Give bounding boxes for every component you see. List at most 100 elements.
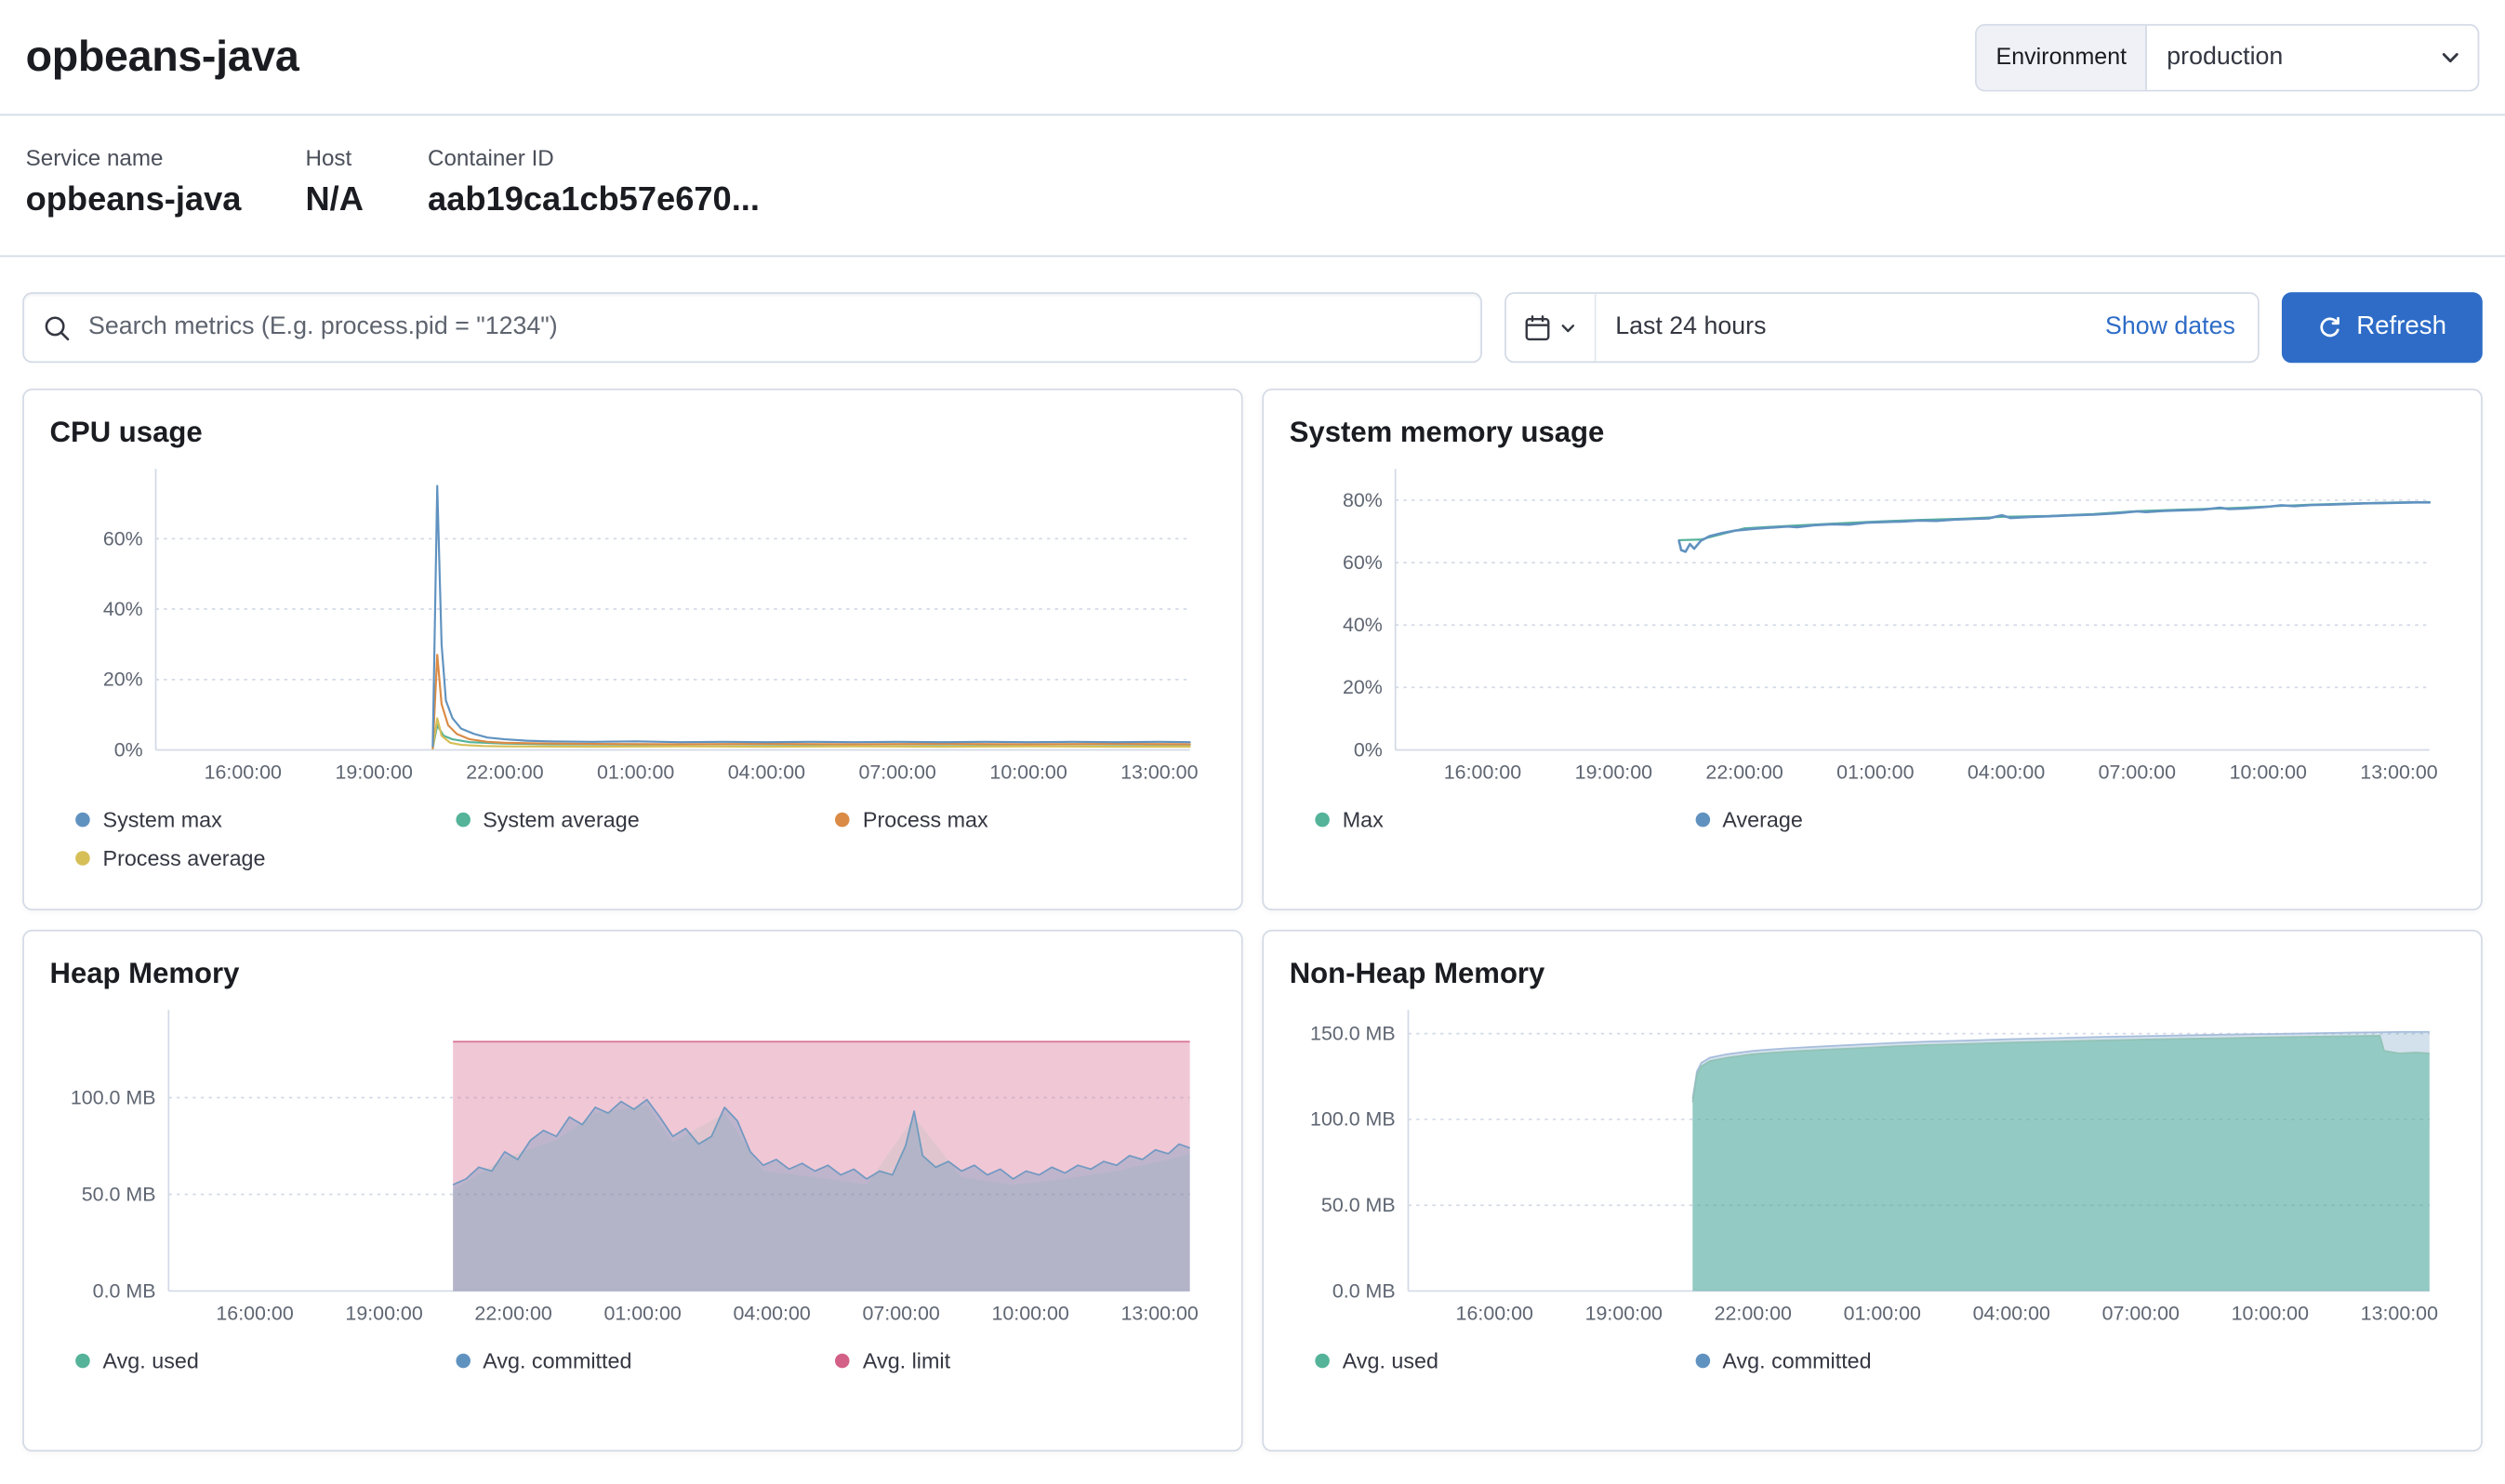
svg-text:150.0 MB: 150.0 MB bbox=[1310, 1023, 1396, 1045]
legend-dot-icon bbox=[1695, 813, 1710, 828]
svg-text:04:00:00: 04:00:00 bbox=[728, 762, 805, 784]
legend-item[interactable]: Avg. limit bbox=[836, 1349, 1216, 1373]
svg-text:10:00:00: 10:00:00 bbox=[2232, 1303, 2309, 1325]
non-heap-memory-chart[interactable]: 0.0 MB 50.0 MB 100.0 MB 150.0 MB 16:00:00 19:… bbox=[1290, 1000, 2456, 1330]
svg-text:04:00:00: 04:00:00 bbox=[733, 1303, 810, 1325]
legend-dot-icon bbox=[75, 1354, 90, 1369]
chart-title: Non-Heap Memory bbox=[1290, 957, 2456, 990]
legend-item[interactable]: Avg. committed bbox=[456, 1349, 836, 1373]
chart-legend: Avg. used Avg. committed Avg. limit bbox=[50, 1349, 1216, 1373]
legend-item[interactable]: Max bbox=[1315, 808, 1695, 832]
host-field: Host N/A bbox=[305, 144, 363, 219]
svg-text:60%: 60% bbox=[103, 527, 143, 550]
legend-item[interactable]: System max bbox=[75, 808, 456, 832]
svg-text:07:00:00: 07:00:00 bbox=[862, 1303, 939, 1325]
chart-title: System memory usage bbox=[1290, 416, 2456, 449]
svg-text:19:00:00: 19:00:00 bbox=[1575, 762, 1652, 784]
legend-dot-icon bbox=[1695, 1354, 1710, 1369]
svg-text:01:00:00: 01:00:00 bbox=[1844, 1303, 1921, 1325]
svg-text:13:00:00: 13:00:00 bbox=[2360, 762, 2437, 784]
svg-text:50.0 MB: 50.0 MB bbox=[82, 1183, 156, 1205]
svg-text:22:00:00: 22:00:00 bbox=[474, 1303, 551, 1325]
svg-text:0%: 0% bbox=[1354, 738, 1383, 761]
heap-memory-chart[interactable]: 0.0 MB 50.0 MB 100.0 MB 16:00:00 19:00:00 22:… bbox=[50, 1000, 1216, 1330]
legend-label: Process average bbox=[103, 846, 266, 870]
chart-panel-system-memory-usage: System memory usage 0% 20% 40% 60% 80% 16:00:… bbox=[1262, 389, 2482, 910]
show-dates-link[interactable]: Show dates bbox=[2083, 313, 2258, 342]
page-title: opbeans-java bbox=[26, 33, 299, 83]
calendar-icon bbox=[1524, 314, 1551, 341]
cpu-usage-chart[interactable]: 0%20%40%60%16:00:0019:00:0022:00:0001:00… bbox=[50, 459, 1216, 788]
environment-value: production bbox=[2148, 43, 2440, 72]
service-name-label: Service name bbox=[26, 144, 242, 170]
chart-panel-non-heap-memory: Non-Heap Memory 0.0 MB 50.0 MB 100.0 MB 150… bbox=[1262, 930, 2482, 1451]
apm-service-metrics-page: opbeans-java Environment production Serv… bbox=[0, 0, 2505, 1484]
svg-text:01:00:00: 01:00:00 bbox=[1836, 762, 1914, 784]
svg-text:19:00:00: 19:00:00 bbox=[1585, 1303, 1663, 1325]
svg-text:13:00:00: 13:00:00 bbox=[2361, 1303, 2438, 1325]
service-name-field: Service name opbeans-java bbox=[26, 144, 242, 219]
svg-text:20%: 20% bbox=[103, 669, 143, 691]
environment-label: Environment bbox=[1977, 25, 2148, 89]
legend-item[interactable]: Avg. committed bbox=[1695, 1349, 2075, 1373]
page-header: opbeans-java Environment production bbox=[0, 0, 2505, 115]
svg-text:16:00:00: 16:00:00 bbox=[1444, 762, 1521, 784]
svg-text:60%: 60% bbox=[1343, 551, 1383, 574]
legend-item[interactable]: Avg. used bbox=[75, 1349, 456, 1373]
service-name-value: opbeans-java bbox=[26, 181, 242, 219]
svg-text:40%: 40% bbox=[1343, 614, 1383, 636]
svg-text:16:00:00: 16:00:00 bbox=[216, 1303, 293, 1325]
svg-text:16:00:00: 16:00:00 bbox=[1456, 1303, 1533, 1325]
svg-text:19:00:00: 19:00:00 bbox=[345, 1303, 422, 1325]
chart-title: CPU usage bbox=[50, 416, 1216, 449]
legend-item[interactable]: System average bbox=[456, 808, 836, 832]
legend-dot-icon bbox=[1315, 1354, 1330, 1369]
legend-label: Avg. used bbox=[103, 1349, 199, 1373]
svg-text:10:00:00: 10:00:00 bbox=[991, 1303, 1068, 1325]
svg-text:16:00:00: 16:00:00 bbox=[205, 762, 282, 784]
legend-label: Process max bbox=[863, 808, 988, 832]
calendar-button[interactable] bbox=[1506, 294, 1597, 362]
search-icon bbox=[44, 314, 86, 341]
legend-dot-icon bbox=[75, 851, 90, 866]
chevron-down-icon bbox=[2439, 46, 2477, 68]
metrics-toolbar: Last 24 hours Show dates Refresh bbox=[22, 292, 2483, 363]
svg-text:100.0 MB: 100.0 MB bbox=[1310, 1108, 1396, 1131]
svg-text:22:00:00: 22:00:00 bbox=[1705, 762, 1783, 784]
legend-item[interactable]: Process average bbox=[75, 846, 456, 870]
legend-dot-icon bbox=[836, 813, 851, 828]
search-input[interactable] bbox=[86, 311, 1462, 344]
svg-text:10:00:00: 10:00:00 bbox=[989, 762, 1067, 784]
legend-item[interactable]: Average bbox=[1695, 808, 2075, 832]
host-label: Host bbox=[305, 144, 363, 170]
refresh-button[interactable]: Refresh bbox=[2282, 292, 2483, 363]
chart-legend: Max Average bbox=[1290, 808, 2456, 832]
svg-text:80%: 80% bbox=[1343, 489, 1383, 511]
host-value: N/A bbox=[305, 181, 363, 219]
svg-text:20%: 20% bbox=[1343, 676, 1383, 698]
svg-text:01:00:00: 01:00:00 bbox=[597, 762, 674, 784]
svg-text:22:00:00: 22:00:00 bbox=[466, 762, 543, 784]
time-range-display[interactable]: Last 24 hours bbox=[1597, 313, 2083, 342]
container-id-field: Container ID aab19ca1cb57e670... bbox=[428, 144, 760, 219]
refresh-label: Refresh bbox=[2356, 313, 2446, 342]
system-memory-usage-chart[interactable]: 0% 20% 40% 60% 80% 16:00:00 19:00:00 22:00:00 01… bbox=[1290, 459, 2456, 788]
chevron-down-icon bbox=[1559, 319, 1577, 337]
svg-text:10:00:00: 10:00:00 bbox=[2230, 762, 2307, 784]
svg-text:07:00:00: 07:00:00 bbox=[859, 762, 936, 784]
legend-label: Avg. limit bbox=[863, 1349, 950, 1373]
svg-text:0.0 MB: 0.0 MB bbox=[1332, 1279, 1396, 1302]
svg-text:100.0 MB: 100.0 MB bbox=[71, 1086, 156, 1108]
environment-select[interactable]: Environment production bbox=[1975, 23, 2479, 91]
legend-item[interactable]: Process max bbox=[836, 808, 1216, 832]
legend-label: Max bbox=[1343, 808, 1384, 832]
svg-text:40%: 40% bbox=[103, 598, 143, 620]
legend-dot-icon bbox=[75, 813, 90, 828]
refresh-icon bbox=[2318, 314, 2344, 340]
legend-label: Avg. used bbox=[1343, 1349, 1438, 1373]
chart-panel-cpu-usage: CPU usage 0%20%40%60%16:00:0019:00:0022:… bbox=[22, 389, 1242, 910]
legend-item[interactable]: Avg. used bbox=[1315, 1349, 1695, 1373]
svg-text:50.0 MB: 50.0 MB bbox=[1321, 1194, 1396, 1216]
chart-title: Heap Memory bbox=[50, 957, 1216, 990]
svg-text:0.0 MB: 0.0 MB bbox=[93, 1279, 156, 1302]
